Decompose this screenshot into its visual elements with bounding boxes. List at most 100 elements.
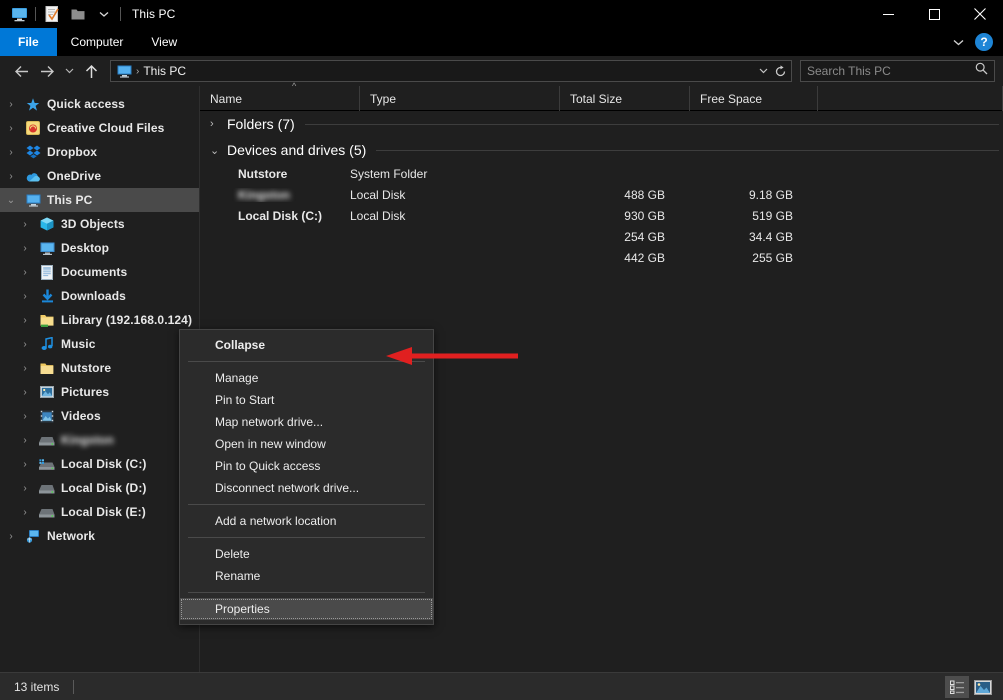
maximize-button[interactable] bbox=[911, 0, 957, 28]
context-menu[interactable]: Collapse Manage Pin to Start Map network dr… bbox=[179, 329, 434, 625]
recent-locations-chevron-down-icon[interactable] bbox=[60, 58, 78, 84]
chevron-right-icon[interactable]: › bbox=[14, 387, 36, 398]
table-row[interactable]: 442 GB 255 GB bbox=[200, 247, 1003, 268]
refresh-icon[interactable] bbox=[772, 61, 789, 81]
menu-item-map-network-drive[interactable]: Map network drive... bbox=[180, 411, 433, 433]
search-box[interactable] bbox=[800, 60, 995, 82]
sidebar-item-music[interactable]: › Music bbox=[0, 332, 200, 356]
chevron-right-icon[interactable]: › bbox=[0, 171, 22, 182]
expand-ribbon-chevron-down-icon[interactable] bbox=[947, 31, 969, 53]
folder-icon[interactable] bbox=[65, 1, 91, 27]
menu-item-collapse[interactable]: Collapse bbox=[180, 334, 433, 356]
sidebar-item-downloads[interactable]: › Downloads bbox=[0, 284, 200, 308]
menu-item-rename[interactable]: Rename bbox=[180, 565, 433, 587]
large-icons-view-icon[interactable] bbox=[971, 676, 995, 698]
chevron-right-icon[interactable]: › bbox=[14, 219, 36, 230]
sidebar-item-3d-objects[interactable]: › 3D Objects bbox=[0, 212, 200, 236]
menu-item-pin-to-start[interactable]: Pin to Start bbox=[180, 389, 433, 411]
up-button[interactable] bbox=[78, 58, 104, 84]
menu-item-disconnect-network-drive[interactable]: Disconnect network drive... bbox=[180, 477, 433, 499]
sidebar-item-videos[interactable]: › Videos bbox=[0, 404, 200, 428]
forward-button[interactable] bbox=[34, 58, 60, 84]
group-header-folders-7[interactable]: › Folders (7) bbox=[200, 111, 1003, 137]
sidebar-item-desktop[interactable]: › Desktop bbox=[0, 236, 200, 260]
breadcrumb-this-pc[interactable]: This PC bbox=[143, 64, 186, 78]
menu-item-delete[interactable]: Delete bbox=[180, 543, 433, 565]
tab-file[interactable]: File bbox=[0, 28, 57, 56]
chevron-right-icon[interactable]: › bbox=[14, 507, 36, 518]
sidebar-item-pictures[interactable]: › Pictures bbox=[0, 380, 200, 404]
sidebar-item-local-disk-e[interactable]: › Local Disk (E:) bbox=[0, 500, 200, 524]
sidebar-item-local-disk-d[interactable]: › Local Disk (D:) bbox=[0, 476, 200, 500]
menu-item-pin-to-quick-access[interactable]: Pin to Quick access bbox=[180, 455, 433, 477]
table-row[interactable]: Kingston Local Disk 488 GB 9.18 GB bbox=[200, 184, 1003, 205]
cell-name[interactable]: Nutstore bbox=[200, 167, 345, 181]
cell-name[interactable]: Kingston bbox=[200, 188, 345, 202]
column-header-free-space[interactable]: Free Space bbox=[690, 86, 818, 111]
details-view-icon[interactable] bbox=[945, 676, 969, 698]
sidebar-item-quick-access[interactable]: › Quick access bbox=[0, 92, 200, 116]
sidebar-item-documents[interactable]: › Documents bbox=[0, 260, 200, 284]
chevron-right-icon[interactable]: › bbox=[14, 363, 36, 374]
search-icon[interactable] bbox=[975, 62, 988, 80]
chevron-down-icon[interactable]: ⌄ bbox=[0, 195, 22, 206]
column-header-name[interactable]: Name ^ bbox=[200, 81, 360, 111]
address-dropdown-chevron-down-icon[interactable] bbox=[755, 61, 772, 81]
sidebar-item-onedrive[interactable]: › OneDrive bbox=[0, 164, 200, 188]
address-bar[interactable]: › This PC bbox=[110, 60, 792, 82]
chevron-down-icon[interactable]: ⌄ bbox=[210, 144, 224, 157]
navigation-pane[interactable]: › Quick access › Creative Cloud Files › Dropb… bbox=[0, 86, 200, 672]
chevron-right-icon[interactable]: › bbox=[0, 531, 22, 542]
chevron-right-icon[interactable]: › bbox=[14, 243, 36, 254]
sidebar-item-this-pc[interactable]: ⌄ This PC bbox=[0, 188, 200, 212]
chevron-right-icon[interactable]: › bbox=[14, 339, 36, 350]
table-row[interactable]: Local Disk (C:) Local Disk 930 GB 519 GB bbox=[200, 205, 1003, 226]
tab-computer[interactable]: Computer bbox=[57, 28, 138, 56]
properties-icon[interactable] bbox=[39, 1, 65, 27]
this-pc-icon bbox=[22, 194, 44, 207]
column-header-total-size[interactable]: Total Size bbox=[560, 86, 690, 111]
close-button[interactable] bbox=[957, 0, 1003, 28]
chevron-right-icon[interactable]: › bbox=[0, 147, 22, 158]
chevron-right-icon[interactable]: › bbox=[210, 118, 224, 130]
menu-item-manage[interactable]: Manage bbox=[180, 367, 433, 389]
tab-view[interactable]: View bbox=[137, 28, 191, 56]
table-row[interactable]: 254 GB 34.4 GB bbox=[200, 226, 1003, 247]
chevron-right-icon[interactable]: › bbox=[14, 435, 36, 446]
chevron-right-icon[interactable]: › bbox=[14, 267, 36, 278]
chevron-right-icon[interactable]: › bbox=[0, 99, 22, 110]
chevron-right-icon[interactable]: › bbox=[14, 483, 36, 494]
chevron-right-icon[interactable]: › bbox=[14, 291, 36, 302]
pictures-icon bbox=[36, 386, 58, 398]
item-count-label: 13 items bbox=[14, 679, 60, 694]
cell-name[interactable]: Local Disk (C:) bbox=[200, 209, 345, 223]
back-button[interactable] bbox=[8, 58, 34, 84]
sidebar-item-label: Local Disk (E:) bbox=[61, 505, 146, 519]
menu-item-properties[interactable]: Properties bbox=[180, 598, 433, 620]
search-input[interactable] bbox=[807, 64, 975, 78]
sidebar-item-creative-cloud-files[interactable]: › Creative Cloud Files bbox=[0, 116, 200, 140]
minimize-button[interactable] bbox=[865, 0, 911, 28]
sidebar-item-label: Local Disk (C:) bbox=[61, 457, 147, 471]
cell-name[interactable] bbox=[200, 231, 345, 242]
menu-item-add-a-network-location[interactable]: Add a network location bbox=[180, 510, 433, 532]
sidebar-item-network[interactable]: › Network bbox=[0, 524, 200, 548]
cell-name[interactable] bbox=[200, 252, 345, 263]
chevron-right-icon[interactable]: › bbox=[0, 123, 22, 134]
sidebar-item-local-disk-c[interactable]: › Local Disk (C:) bbox=[0, 452, 200, 476]
chevron-right-icon[interactable]: › bbox=[14, 411, 36, 422]
group-header-devices-and-drives-5[interactable]: ⌄ Devices and drives (5) bbox=[200, 137, 1003, 163]
table-row[interactable]: Nutstore System Folder bbox=[200, 163, 1003, 184]
menu-item-open-in-new-window[interactable]: Open in new window bbox=[180, 433, 433, 455]
network-icon bbox=[22, 529, 44, 543]
chevron-right-icon[interactable]: › bbox=[14, 459, 36, 470]
sidebar-item-kingston[interactable]: › Kingston bbox=[0, 428, 200, 452]
chevron-down-icon[interactable] bbox=[91, 1, 117, 27]
chevron-right-icon[interactable]: › bbox=[14, 315, 36, 326]
column-header-type[interactable]: Type bbox=[360, 86, 560, 111]
pc-icon[interactable] bbox=[6, 1, 32, 27]
sidebar-item-nutstore[interactable]: › Nutstore bbox=[0, 356, 200, 380]
help-button[interactable]: ? bbox=[975, 33, 993, 51]
sidebar-item-dropbox[interactable]: › Dropbox bbox=[0, 140, 200, 164]
sidebar-item-library-192-168-0-124[interactable]: › Library (192.168.0.124) bbox=[0, 308, 200, 332]
